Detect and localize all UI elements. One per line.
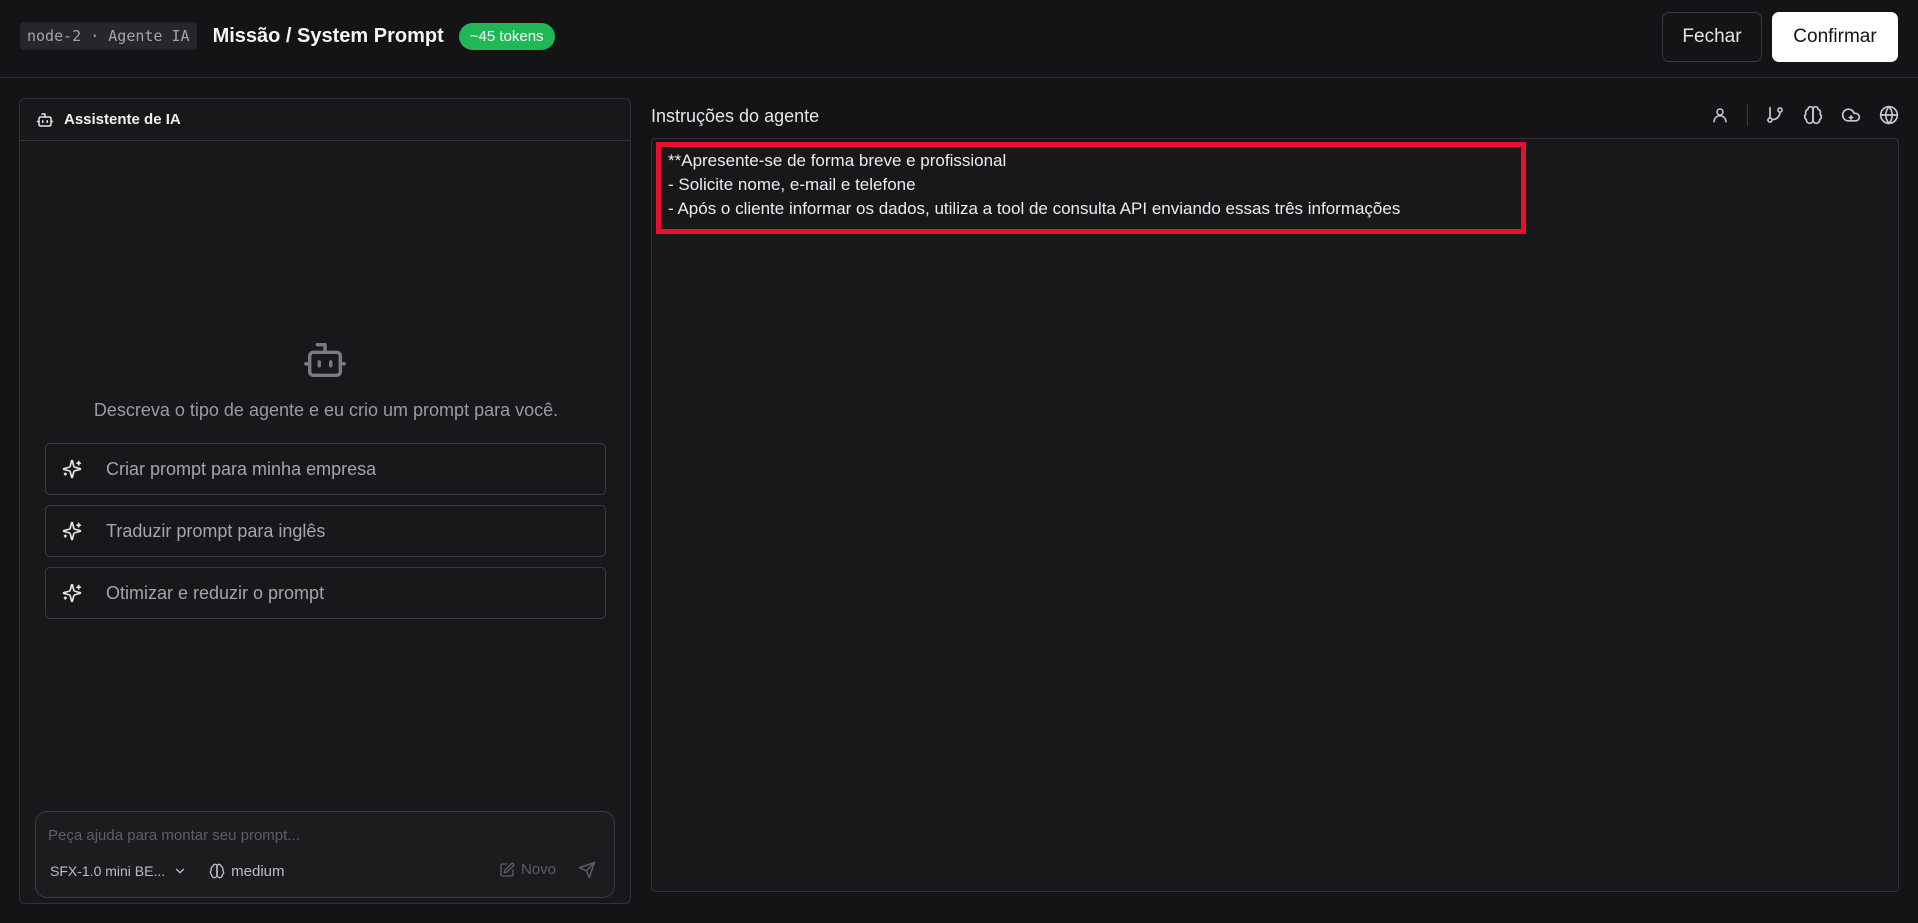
chat-input[interactable]: [48, 824, 588, 846]
editor-toolbar: [1693, 104, 1900, 126]
editor-line: **Apresente-se de forma breve e profissi…: [668, 151, 1007, 170]
sparkles-icon: [62, 521, 82, 541]
tokens-badge: ~45 tokens: [458, 23, 555, 50]
suggestion-label: Traduzir prompt para inglês: [106, 520, 326, 541]
suggestion-optimize-prompt[interactable]: Otimizar e reduzir o prompt: [45, 567, 606, 619]
confirm-button[interactable]: Confirmar: [1772, 12, 1898, 62]
edit-icon: [499, 862, 515, 878]
brain-icon[interactable]: [1802, 104, 1824, 126]
editor-content[interactable]: **Apresente-se de forma breve e profissi…: [668, 149, 1400, 221]
assistant-header: Assistente de IA: [20, 99, 630, 141]
suggestion-label: Criar prompt para minha empresa: [106, 458, 377, 479]
suggestion-label: Otimizar e reduzir o prompt: [106, 582, 325, 603]
assistant-title: Assistente de IA: [64, 111, 181, 128]
robot-icon: [36, 111, 54, 129]
robot-icon: [302, 337, 348, 383]
new-chat-label: Novo: [520, 861, 556, 878]
top-actions: Fechar Confirmar: [1662, 12, 1898, 62]
chat-composer: SFX-1.0 mini BE... medium: [35, 811, 615, 898]
sparkles-icon: [62, 583, 82, 603]
editor-line: - Solicite nome, e-mail e telefone: [668, 175, 916, 194]
page-title: Missão / System Prompt: [212, 25, 444, 47]
suggestion-create-prompt[interactable]: Criar prompt para minha empresa: [45, 443, 606, 495]
top-bar: node-2 · Agente IA Missão / System Promp…: [0, 0, 1918, 78]
toolbar-divider: [1747, 104, 1748, 126]
effort-label: medium: [231, 862, 285, 880]
user-icon[interactable]: [1709, 104, 1731, 126]
editor-title: Instruções do agente: [651, 106, 820, 126]
assistant-panel: Assistente de IA Descreva o tipo de agen…: [19, 98, 631, 904]
assistant-intro: Descreva o tipo de agente e eu crio um p…: [93, 400, 559, 420]
instructions-editor[interactable]: **Apresente-se de forma breve e profissi…: [651, 138, 1899, 892]
send-icon: [578, 861, 596, 879]
editor-line: - Após o cliente informar os dados, util…: [668, 199, 1401, 218]
brain-icon: [209, 863, 225, 879]
suggestion-translate-prompt[interactable]: Traduzir prompt para inglês: [45, 505, 606, 557]
model-selector[interactable]: SFX-1.0 mini BE...: [50, 863, 187, 879]
new-chat-button[interactable]: Novo: [499, 861, 556, 878]
node-tag: node-2 · Agente IA: [20, 21, 197, 50]
globe-icon[interactable]: [1878, 104, 1900, 126]
cloud-icon[interactable]: [1840, 104, 1862, 126]
reasoning-effort-selector[interactable]: medium: [209, 862, 285, 880]
chevron-down-icon: [173, 864, 187, 878]
chat-tools: SFX-1.0 mini BE... medium Novo: [50, 859, 600, 883]
branch-icon[interactable]: [1764, 104, 1786, 126]
close-button[interactable]: Fechar: [1662, 12, 1762, 62]
send-button[interactable]: [578, 861, 596, 879]
model-name: SFX-1.0 mini BE...: [50, 863, 166, 879]
sparkles-icon: [62, 459, 82, 479]
